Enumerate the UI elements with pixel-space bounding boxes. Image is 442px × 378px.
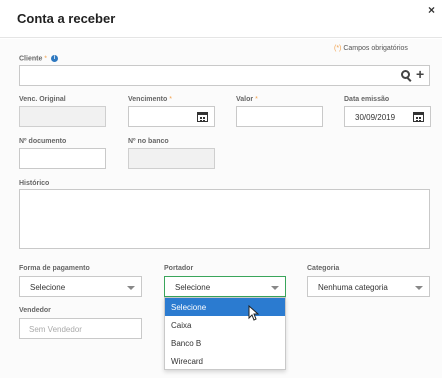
info-icon[interactable]: i — [50, 55, 58, 62]
valor-required-star: * — [255, 96, 258, 103]
vendedor-label: Vendedor — [19, 307, 51, 314]
categoria-label: Categoria — [307, 265, 340, 272]
vendedor-input[interactable]: Sem Vendedor — [19, 318, 142, 339]
dropdown-option[interactable]: Wirecard — [165, 352, 285, 370]
portador-label: Portador — [164, 265, 194, 272]
dropdown-option-label: Wirecard — [171, 357, 204, 366]
modal-title: Conta a receber — [17, 11, 116, 26]
chevron-down-icon — [271, 286, 279, 290]
search-icon[interactable] — [401, 70, 413, 82]
modal-header: Conta a receber × — [0, 0, 442, 38]
dropdown-option[interactable]: Banco B — [165, 334, 285, 352]
categoria-value: Nenhuma categoria — [318, 283, 388, 292]
dropdown-option[interactable]: Caixa — [165, 316, 285, 334]
close-icon[interactable]: × — [428, 3, 435, 17]
n-documento-field[interactable] — [19, 148, 106, 169]
conta-a-receber-modal: Conta a receber × (*) Campos obrigatório… — [0, 0, 442, 378]
vencimento-field[interactable] — [128, 106, 215, 127]
forma-pagamento-select[interactable]: Selecione — [19, 276, 142, 297]
chevron-down-icon — [415, 286, 423, 290]
calendar-icon[interactable] — [413, 111, 424, 122]
vencimento-required-star: * — [169, 96, 172, 103]
n-banco-label: Nº no banco — [128, 138, 169, 145]
required-note-star: (*) — [334, 45, 342, 52]
dropdown-option-label: Caixa — [171, 321, 192, 330]
required-fields-note: (*) Campos obrigatórios — [334, 45, 408, 52]
calendar-icon[interactable] — [197, 111, 208, 122]
dropdown-option-label: Selecione — [171, 303, 207, 312]
venc-original-label: Venc. Original — [19, 96, 66, 103]
forma-pagamento-value: Selecione — [30, 283, 66, 292]
dropdown-option-label: Banco B — [171, 339, 202, 348]
historico-textarea[interactable] — [19, 189, 430, 249]
cliente-label: Cliente * i — [19, 55, 58, 62]
plus-icon[interactable]: + — [416, 67, 424, 81]
cliente-required-star: * — [44, 55, 48, 63]
portador-dropdown: Selecione Caixa Banco B Wirecard — [164, 297, 286, 370]
valor-field[interactable] — [236, 106, 323, 127]
cliente-label-text: Cliente — [19, 55, 43, 63]
chevron-down-icon — [127, 286, 135, 290]
valor-label: Valor * — [236, 96, 258, 103]
historico-label: Histórico — [19, 180, 50, 187]
n-banco-field — [128, 148, 215, 169]
dropdown-option[interactable]: Selecione — [165, 298, 285, 316]
vencimento-label-text: Vencimento — [128, 96, 168, 103]
data-emissao-field[interactable]: 30/09/2019 — [344, 106, 431, 127]
portador-select[interactable]: Selecione — [164, 276, 286, 297]
data-emissao-value: 30/09/2019 — [355, 113, 396, 122]
data-emissao-label: Data emissão — [344, 96, 390, 103]
required-note-text: Campos obrigatórios — [343, 45, 408, 52]
vencimento-label: Vencimento * — [128, 96, 172, 103]
categoria-select[interactable]: Nenhuma categoria — [307, 276, 430, 297]
valor-label-text: Valor — [236, 96, 254, 103]
mouse-pointer-icon — [248, 305, 260, 321]
vendedor-placeholder: Sem Vendedor — [29, 325, 82, 334]
cliente-input[interactable] — [19, 65, 430, 86]
forma-pagamento-label: Forma de pagamento — [19, 265, 90, 272]
n-documento-label: Nº documento — [19, 138, 67, 145]
portador-value: Selecione — [175, 283, 211, 292]
venc-original-field — [19, 106, 106, 127]
